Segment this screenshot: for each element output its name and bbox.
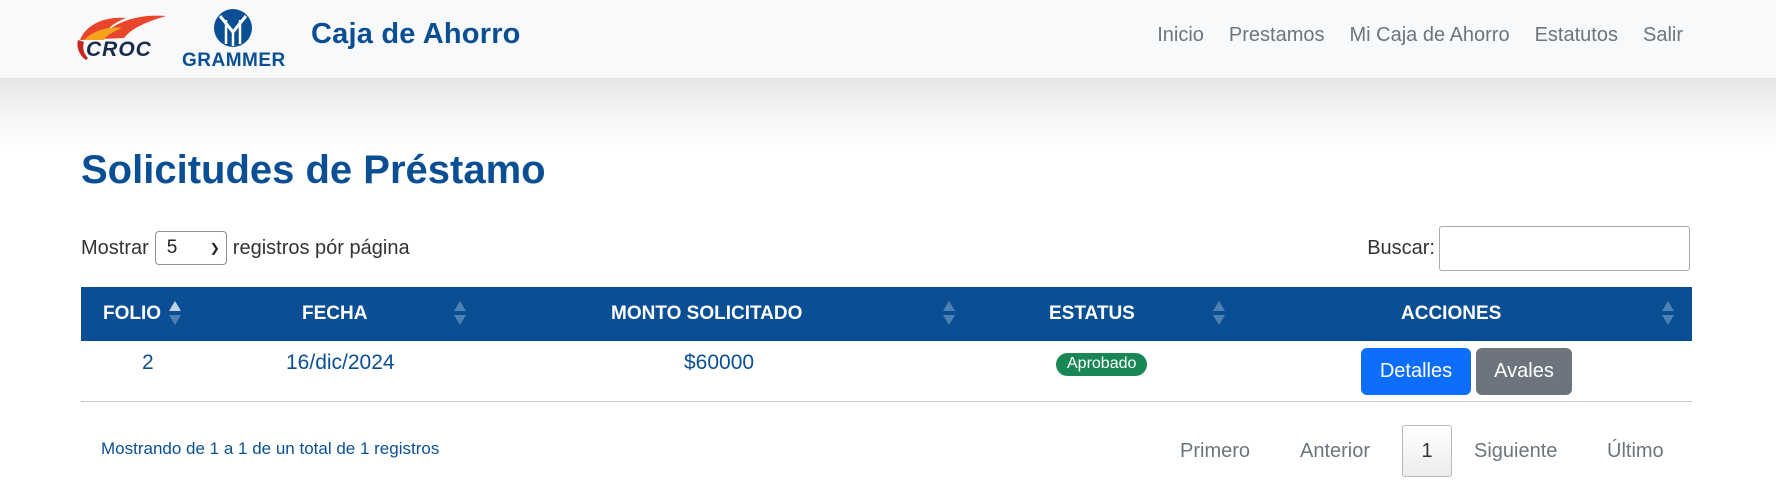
nav-mi-caja-de-ahorro[interactable]: Mi Caja de Ahorro: [1350, 24, 1510, 47]
column-header-acciones[interactable]: ACCIONES: [1401, 287, 1501, 341]
sort-icon: [169, 301, 181, 327]
nav-inicio[interactable]: Inicio: [1157, 24, 1204, 47]
grammer-logo[interactable]: GRAMMER: [180, 6, 286, 72]
sort-icon: [943, 301, 955, 327]
sort-icon: [454, 301, 466, 327]
pagination-first[interactable]: Primero: [1180, 425, 1250, 477]
nav-menu: Inicio Prestamos Mi Caja de Ahorro Estat…: [1132, 24, 1683, 47]
search-control: Buscar:: [1367, 226, 1690, 271]
pagination-last[interactable]: Último: [1607, 425, 1664, 477]
search-input[interactable]: [1439, 226, 1690, 271]
page-length-select[interactable]: 5 ❯: [154, 231, 227, 265]
page-length-control: Mostrar 5 ❯ registros pór página: [81, 231, 410, 265]
header-shadow: [0, 78, 1776, 148]
croc-logo[interactable]: CROC: [76, 10, 176, 68]
nav-prestamos[interactable]: Prestamos: [1229, 24, 1325, 47]
pagination-previous[interactable]: Anterior: [1300, 425, 1370, 477]
pagination-next[interactable]: Siguiente: [1474, 425, 1557, 477]
table-row: 2 16/dic/2024 $60000 Aprobado Detalles A…: [81, 341, 1692, 402]
column-header-monto-solicitado[interactable]: MONTO SOLICITADO: [611, 287, 802, 341]
brand-title[interactable]: Caja de Ahorro: [311, 18, 521, 51]
pagination-page-current[interactable]: 1: [1402, 425, 1452, 477]
pagination: Primero Anterior 1 Siguiente Último: [0, 425, 1776, 477]
page-length-value: 5: [166, 237, 178, 258]
cell-folio: 2: [142, 351, 154, 374]
cell-fecha: 16/dic/2024: [286, 351, 395, 374]
croc-logo-text: CROC: [86, 38, 152, 61]
detalles-button[interactable]: Detalles: [1361, 348, 1471, 395]
length-prefix-label: Mostrar: [81, 236, 149, 259]
sort-icon: [1662, 301, 1674, 327]
cell-monto: $60000: [684, 351, 755, 374]
length-suffix-label: registros pór página: [232, 236, 410, 259]
grammer-logo-text: GRAMMER: [182, 50, 286, 71]
nav-salir[interactable]: Salir: [1643, 24, 1683, 47]
nav-estatutos[interactable]: Estatutos: [1535, 24, 1618, 47]
avales-button[interactable]: Avales: [1476, 348, 1572, 395]
table-header: FOLIO FECHA MONTO SOLICITADO ESTATUS ACC…: [81, 287, 1692, 341]
column-header-folio[interactable]: FOLIO: [103, 287, 161, 341]
chevron-down-icon: ❯: [209, 241, 220, 255]
sort-icon: [1213, 301, 1225, 327]
page-title: Solicitudes de Préstamo: [81, 148, 546, 192]
column-header-fecha[interactable]: FECHA: [302, 287, 367, 341]
column-header-estatus[interactable]: ESTATUS: [1049, 287, 1135, 341]
navbar: CROC GRAMMER Caja de Ahorro Inicio Prest…: [0, 0, 1776, 78]
search-label: Buscar:: [1367, 237, 1435, 259]
status-badge: Aprobado: [1056, 353, 1148, 376]
